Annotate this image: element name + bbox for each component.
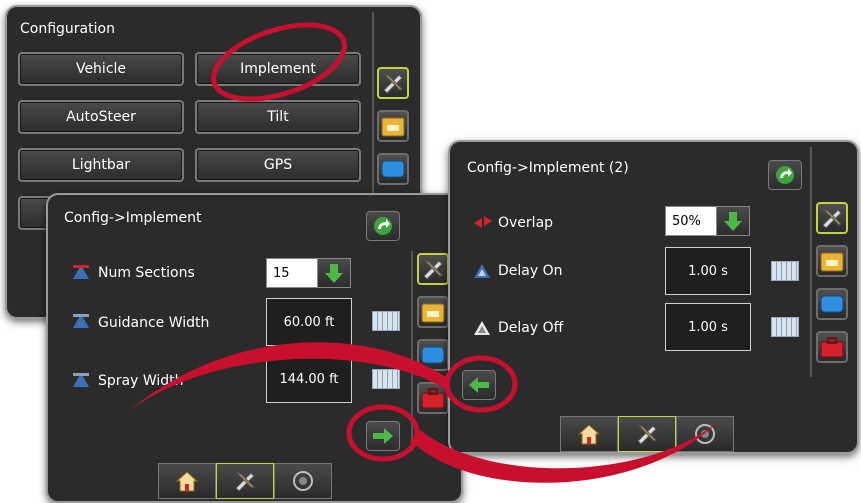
delay-off-label: Delay Off [498,320,564,336]
overlap-icon [474,216,492,228]
tools-icon [423,259,443,280]
num-sections-value[interactable]: 15 [266,258,318,288]
tools-icon [822,208,842,229]
next-page-button[interactable] [366,421,400,451]
display-icon [820,295,844,313]
spray-width-label: Spray Width [98,373,184,389]
down-arrow-icon [724,212,742,231]
overlap-dropdown[interactable] [716,206,750,236]
delay-on-icon [474,264,490,278]
tools-side-button[interactable] [377,67,409,99]
implement-title: Config->Implement [64,210,202,226]
down-arrow-icon [325,264,343,283]
guidance-width-label: Guidance Width [98,315,210,331]
toolbox-icon [820,337,844,358]
overlap-value[interactable]: 50% [665,206,717,236]
delay-off-field[interactable]: 1.00 s [665,303,751,351]
tools-icon [637,424,657,445]
guidance-width-field[interactable]: 60.00 ft [266,298,352,346]
tools-tab-button[interactable] [618,416,676,452]
delay-on-keyboard-icon[interactable] [771,261,799,281]
camera-button[interactable] [676,416,734,452]
refresh-button[interactable] [366,211,400,241]
toolbox-side-button[interactable] [417,382,449,414]
implement2-title: Config->Implement (2) [467,160,629,176]
side-divider [810,147,812,377]
home-button[interactable] [158,463,216,499]
vehicle-button[interactable]: Vehicle [18,52,184,86]
display-side-button[interactable] [816,288,848,320]
folder-side-button[interactable] [816,245,848,277]
delay-on-label: Delay On [498,263,563,279]
spray-keyboard-icon[interactable] [372,369,400,389]
bottom-nav [560,416,734,452]
spray-width-field[interactable]: 144.00 ft [266,355,352,403]
camera-icon [293,471,313,491]
gps-button[interactable]: GPS [195,148,361,182]
implement2-panel: Config->Implement (2) Overlap 50% Delay … [448,140,859,454]
display-icon [421,346,445,364]
tilt-button[interactable]: Tilt [195,100,361,134]
overlap-label: Overlap [498,215,554,231]
delay-on-field[interactable]: 1.00 s [665,247,751,295]
guidance-keyboard-icon[interactable] [372,311,400,331]
previous-page-button[interactable] [462,370,496,400]
folder-icon [381,117,405,137]
lightbar-button[interactable]: Lightbar [18,148,184,182]
delay-off-keyboard-icon[interactable] [771,317,799,337]
left-arrow-icon [469,377,489,393]
camera-button[interactable] [274,463,332,499]
camera-icon [695,424,715,444]
num-sections-label: Num Sections [98,265,195,281]
refresh-icon [776,166,794,184]
configuration-title: Configuration [20,21,115,37]
tools-tab-button[interactable] [216,463,274,499]
folder-icon [421,303,445,323]
home-button[interactable] [560,416,618,452]
right-arrow-icon [373,428,393,444]
implement-button[interactable]: Implement [195,52,361,86]
display-side-button[interactable] [377,153,409,185]
home-icon [577,424,601,445]
guidance-width-icon [73,314,89,328]
bottom-nav [158,463,332,499]
autosteer-button[interactable]: AutoSteer [18,100,184,134]
side-divider [411,251,413,451]
folder-icon [820,252,844,272]
num-sections-dropdown[interactable] [317,258,351,288]
folder-side-button[interactable] [417,296,449,328]
tools-side-button[interactable] [816,202,848,234]
refresh-icon [374,217,392,235]
home-icon [175,471,199,492]
toolbox-side-button[interactable] [816,331,848,363]
sections-icon [73,265,89,279]
toolbox-icon [421,388,445,409]
tools-side-button[interactable] [417,253,449,285]
display-side-button[interactable] [417,339,449,371]
tools-icon [235,471,255,492]
spray-width-icon [73,373,89,387]
display-icon [381,160,405,178]
implement-panel: Config->Implement Num Sections 15 Guidan… [46,193,463,503]
tools-icon [383,73,403,94]
delay-off-icon [474,321,490,335]
folder-side-button[interactable] [377,110,409,142]
refresh-button[interactable] [768,160,802,190]
